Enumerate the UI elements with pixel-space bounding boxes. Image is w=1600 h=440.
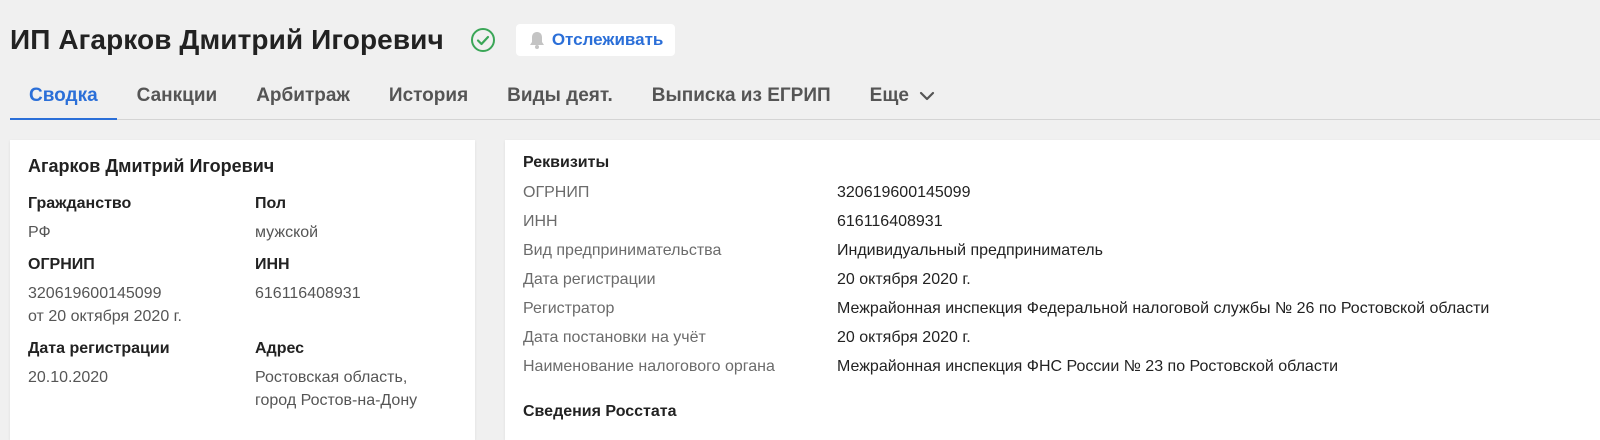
- requisites-title: Реквизиты: [523, 154, 610, 171]
- bell-icon: [528, 30, 546, 50]
- track-button[interactable]: Отслеживать: [515, 24, 676, 56]
- field-value: РФ: [28, 224, 51, 241]
- field-value: 20.10.2020: [28, 369, 109, 386]
- row-value: Межрайонная инспекция ФНС России № 23 по…: [837, 357, 1339, 375]
- field-label: Адрес: [255, 340, 305, 357]
- row-label: Регистратор: [523, 299, 615, 317]
- field-label: Дата регистрации: [28, 340, 170, 357]
- tab-egrip-extract[interactable]: Выписка из ЕГРИП: [633, 72, 850, 119]
- field-label: ОГРНИП: [28, 256, 95, 273]
- table-row: Наименование налогового органа Межрайонн…: [523, 352, 1597, 381]
- tab-bar: Сводка Санкции Арбитраж История Виды дея…: [10, 72, 1600, 120]
- field-label: Гражданство: [28, 195, 132, 212]
- row-label: Вид предпринимательства: [523, 241, 722, 259]
- tab-activities[interactable]: Виды деят.: [488, 72, 632, 119]
- tab-label: История: [388, 84, 469, 106]
- table-row: Регистратор Межрайонная инспекция Федера…: [523, 294, 1597, 323]
- tab-summary[interactable]: Сводка: [10, 72, 117, 120]
- row-label: ИНН: [523, 212, 558, 230]
- field-value: 320619600145099: [28, 285, 162, 302]
- tab-arbitration[interactable]: Арбитраж: [237, 72, 369, 119]
- row-value: 20 октября 2020 г.: [837, 328, 971, 346]
- field-value: 616116408931: [255, 285, 361, 302]
- row-value: Межрайонная инспекция Федеральной налого…: [837, 299, 1490, 317]
- summary-card: Агарков Дмитрий Игоревич Гражданство РФ …: [10, 140, 475, 440]
- gender-field: Пол мужской: [255, 195, 455, 244]
- page-header: ИП Агарков Дмитрий Игоревич Отслеживать: [10, 24, 676, 56]
- row-label: Наименование налогового органа: [523, 357, 775, 375]
- row-value: Индивидуальный предприниматель: [837, 241, 1103, 259]
- table-row: ОГРНИП 320619600145099: [523, 178, 1597, 207]
- verified-check-icon: [470, 27, 496, 53]
- row-label: ОГРНИП: [523, 183, 590, 201]
- tab-label: Еще: [869, 84, 909, 106]
- requisites-card: Реквизиты ОГРНИП 320619600145099 ИНН 616…: [505, 140, 1600, 440]
- tab-label: Виды деят.: [507, 84, 613, 106]
- row-value: 320619600145099: [837, 183, 971, 201]
- field-value: Ростовская область,: [255, 369, 408, 386]
- row-label: Дата постановки на учёт: [523, 328, 706, 346]
- tab-history[interactable]: История: [370, 72, 487, 119]
- tab-label: Арбитраж: [256, 84, 350, 106]
- track-button-label: Отслеживать: [551, 30, 664, 49]
- row-label: Дата регистрации: [523, 270, 656, 288]
- tab-more[interactable]: Еще: [851, 72, 954, 119]
- field-value-date: от 20 октября 2020 г.: [28, 308, 182, 325]
- field-label: Пол: [255, 195, 287, 212]
- field-label: ИНН: [255, 256, 290, 273]
- field-value: мужской: [255, 224, 319, 241]
- page-title: ИП Агарков Дмитрий Игоревич: [10, 24, 444, 55]
- tab-sanctions[interactable]: Санкции: [118, 72, 237, 119]
- citizenship-field: Гражданство РФ: [28, 195, 255, 244]
- row-value: 20 октября 2020 г.: [837, 270, 971, 288]
- field-value: город Ростов-на-Дону: [255, 392, 418, 409]
- requisites-table: ОГРНИП 320619600145099 ИНН 616116408931 …: [523, 178, 1597, 381]
- table-row: Дата регистрации 20 октября 2020 г.: [523, 265, 1597, 294]
- tab-label: Выписка из ЕГРИП: [651, 84, 831, 106]
- person-name: Агарков Дмитрий Игоревич: [28, 156, 275, 176]
- ogrnip-field: ОГРНИП 320619600145099 от 20 октября 202…: [28, 256, 255, 328]
- rosstat-title: Сведения Росстата: [523, 403, 677, 420]
- row-value: 616116408931: [837, 212, 943, 230]
- regdate-field: Дата регистрации 20.10.2020: [28, 340, 255, 412]
- table-row: ИНН 616116408931: [523, 207, 1597, 236]
- address-field: Адрес Ростовская область, город Ростов-н…: [255, 340, 455, 412]
- tab-label: Санкции: [136, 84, 218, 106]
- table-row: Вид предпринимательства Индивидуальный п…: [523, 236, 1597, 265]
- table-row: Дата постановки на учёт 20 октября 2020 …: [523, 323, 1597, 352]
- inn-field: ИНН 616116408931: [255, 256, 455, 328]
- chevron-down-icon: [919, 91, 935, 101]
- tab-label: Сводка: [29, 84, 98, 106]
